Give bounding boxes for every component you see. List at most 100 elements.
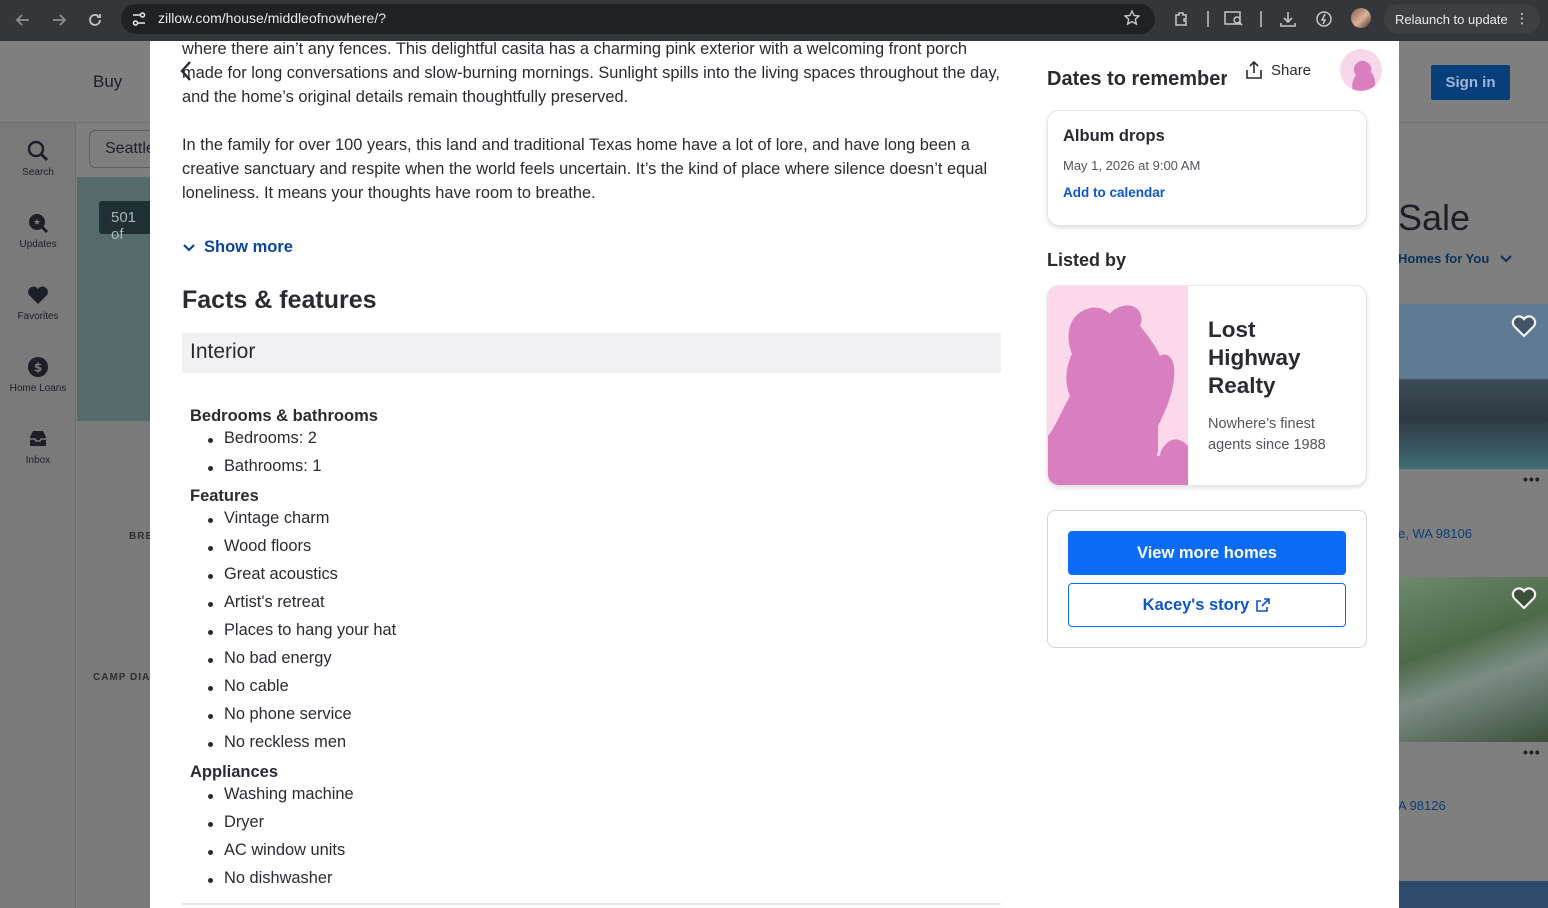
results-title: Sale bbox=[1398, 197, 1471, 238]
more-options-icon: ••• bbox=[1523, 744, 1541, 760]
listing-address: e, WA 98106 bbox=[1398, 526, 1472, 541]
list-item: No dishwasher bbox=[208, 869, 354, 897]
chevron-down-icon bbox=[1500, 255, 1512, 263]
list-item: Artist's retreat bbox=[207, 593, 396, 621]
map-label: CAMP DIA bbox=[93, 672, 151, 683]
menu-dots-icon[interactable]: ⋮ bbox=[1515, 10, 1529, 27]
reload-icon[interactable] bbox=[83, 8, 107, 32]
listing-photo bbox=[1399, 881, 1548, 908]
event-card: Album drops May 1, 2026 at 9:00 AM Add t… bbox=[1047, 110, 1367, 226]
listing-modal: where there ain’t any fences. This delig… bbox=[150, 41, 1399, 908]
updates-icon bbox=[29, 214, 49, 234]
svg-text:$: $ bbox=[34, 361, 42, 375]
address-bar[interactable]: zillow.com/house/middleofnowhere/? bbox=[121, 4, 1155, 34]
nav-buy-link: Buy bbox=[93, 72, 123, 91]
bedrooms-bathrooms-heading: Bedrooms & bathrooms bbox=[190, 407, 378, 425]
relaunch-label: Relaunch to update bbox=[1395, 11, 1508, 27]
url-text[interactable]: zillow.com/house/middleofnowhere/? bbox=[158, 10, 386, 26]
toolbar-divider bbox=[1260, 11, 1262, 27]
rail-label: Search bbox=[22, 167, 54, 178]
appliances-list: Washing machine Dryer AC window units No… bbox=[208, 785, 354, 897]
listed-by-heading: Listed by bbox=[1047, 250, 1127, 270]
agent-avatar[interactable] bbox=[1340, 49, 1382, 91]
external-link-icon bbox=[1256, 598, 1271, 612]
inbox-icon bbox=[30, 431, 46, 446]
rail-item-home-loans: $ Home Loans bbox=[0, 355, 76, 394]
site-settings-icon[interactable] bbox=[130, 10, 148, 28]
search-icon bbox=[27, 140, 48, 161]
rail-item-search: Search bbox=[0, 139, 76, 178]
download-icon[interactable] bbox=[1277, 8, 1299, 30]
description-paragraph: In the family for over 100 years, this l… bbox=[182, 136, 988, 202]
rail-label: Inbox bbox=[25, 455, 51, 466]
left-rail: Search Updates Favorites $ Home Loans In… bbox=[0, 123, 76, 908]
appliances-heading: Appliances bbox=[190, 763, 279, 781]
list-item: Washing machine bbox=[208, 785, 354, 813]
rail-label: Updates bbox=[19, 239, 57, 250]
view-more-homes-button[interactable]: View more homes bbox=[1068, 531, 1346, 575]
agent-card[interactable]: Lost Highway Realty Nowhere’s finest age… bbox=[1047, 285, 1367, 486]
list-item: Great acoustics bbox=[207, 565, 396, 593]
list-item: Places to hang your hat bbox=[207, 621, 396, 649]
bookmark-star-icon[interactable] bbox=[1123, 9, 1141, 27]
agent-photo bbox=[1048, 286, 1188, 485]
back-arrow-icon[interactable] bbox=[11, 8, 35, 32]
rail-label: Home Loans bbox=[9, 383, 67, 394]
rail-label: Favorites bbox=[17, 311, 59, 322]
favorite-heart-icon bbox=[1511, 587, 1537, 610]
favorite-heart-icon bbox=[1511, 315, 1537, 338]
event-title: Album drops bbox=[1063, 127, 1165, 145]
bedrooms-bathrooms-list: Bedrooms: 2 Bathrooms: 1 bbox=[207, 429, 321, 485]
section-divider bbox=[182, 903, 1001, 905]
background-search-input: Seattle bbox=[89, 130, 159, 168]
rail-item-inbox: Inbox bbox=[0, 427, 76, 466]
list-item: No reckless men bbox=[207, 733, 396, 761]
sort-dropdown: Homes for You bbox=[1398, 251, 1490, 266]
dates-to-remember-heading: Dates to remember bbox=[1047, 68, 1227, 90]
tab-search-icon[interactable] bbox=[1223, 8, 1245, 30]
list-item: Vintage charm bbox=[207, 509, 396, 537]
share-button[interactable]: Share bbox=[1230, 49, 1326, 91]
list-item: No bad energy bbox=[207, 649, 396, 677]
performance-icon[interactable] bbox=[1313, 8, 1335, 30]
list-item: Dryer bbox=[208, 813, 354, 841]
toolbar-divider bbox=[1207, 11, 1209, 27]
agent-name: Lost Highway Realty bbox=[1208, 317, 1301, 398]
background-map-land bbox=[77, 421, 151, 908]
silhouette-image bbox=[1048, 305, 1188, 485]
kaceys-story-label: Kacey's story bbox=[1142, 595, 1250, 614]
profile-avatar[interactable] bbox=[1351, 8, 1371, 28]
list-item: No cable bbox=[207, 677, 396, 705]
forward-arrow-icon[interactable] bbox=[47, 8, 71, 32]
rail-item-updates: Updates bbox=[0, 211, 76, 250]
chevron-down-icon bbox=[183, 243, 195, 252]
kaceys-story-button[interactable]: Kacey's story bbox=[1068, 583, 1346, 627]
extensions-icon[interactable] bbox=[1170, 8, 1192, 30]
description-paragraph: where there ain’t any fences. This delig… bbox=[182, 41, 1000, 106]
facts-features-heading: Facts & features bbox=[182, 286, 377, 314]
list-item: Bedrooms: 2 bbox=[207, 429, 321, 457]
add-to-calendar-link[interactable]: Add to calendar bbox=[1063, 185, 1351, 200]
list-item: Wood floors bbox=[207, 537, 396, 565]
relaunch-button[interactable]: Relaunch to update ⋮ bbox=[1384, 4, 1540, 34]
list-item: AC window units bbox=[208, 841, 354, 869]
silhouette-image bbox=[1352, 60, 1376, 91]
more-options-icon: ••• bbox=[1523, 471, 1541, 487]
cta-card: View more homes Kacey's story bbox=[1047, 510, 1367, 648]
share-icon bbox=[1246, 60, 1262, 79]
dollar-icon: $ bbox=[28, 357, 48, 377]
agent-tagline: Nowhere’s finest agents since 1988 bbox=[1208, 416, 1326, 453]
browser-toolbar: zillow.com/house/middleofnowhere/? Relau… bbox=[0, 0, 1548, 41]
heart-icon bbox=[28, 286, 48, 304]
listing-address: A 98126 bbox=[1398, 798, 1446, 813]
sign-in-button: Sign in bbox=[1431, 65, 1510, 100]
show-more-button[interactable]: Show more bbox=[182, 238, 293, 257]
show-more-label: Show more bbox=[204, 238, 293, 256]
rail-item-favorites: Favorites bbox=[0, 283, 76, 322]
event-date: May 1, 2026 at 9:00 AM bbox=[1063, 158, 1201, 173]
share-label: Share bbox=[1271, 61, 1312, 79]
list-item: Bathrooms: 1 bbox=[207, 457, 321, 485]
features-heading: Features bbox=[190, 487, 259, 505]
list-item: No phone service bbox=[207, 705, 396, 733]
features-list: Vintage charm Wood floors Great acoustic… bbox=[207, 509, 396, 761]
